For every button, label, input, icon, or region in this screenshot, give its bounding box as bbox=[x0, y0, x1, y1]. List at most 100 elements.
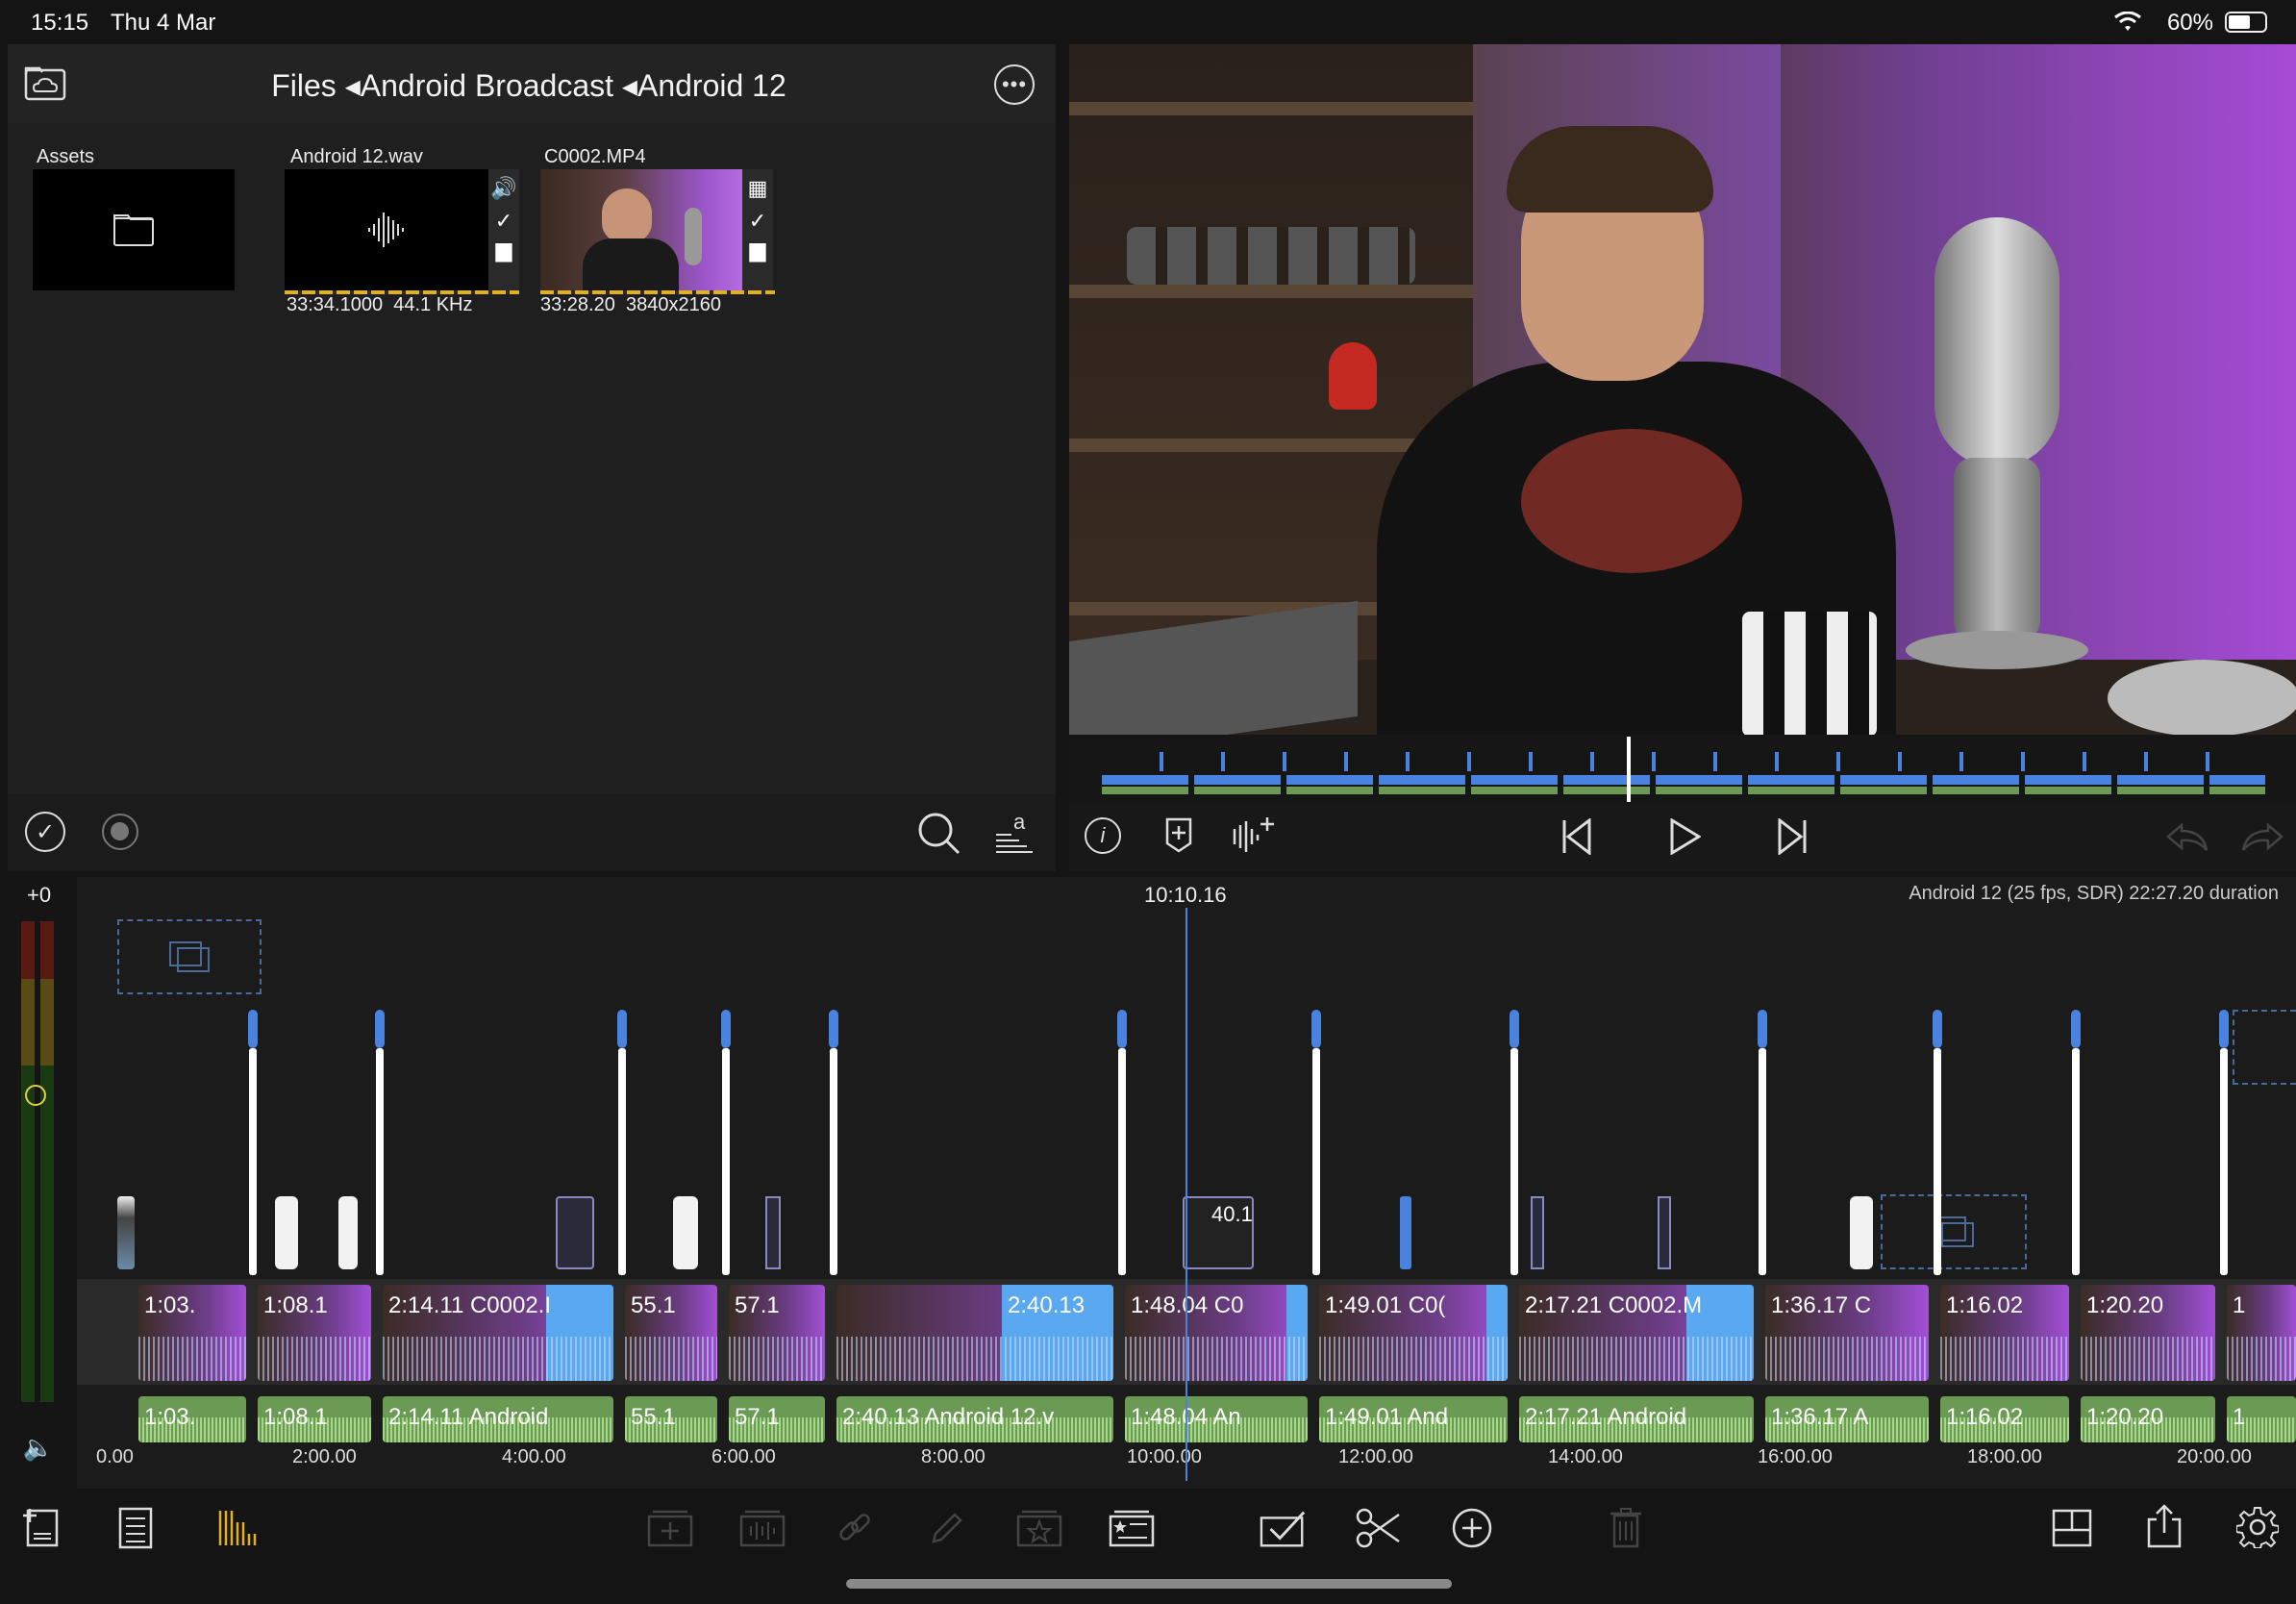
clip-marker-head[interactable] bbox=[375, 1010, 385, 1048]
redo-button[interactable] bbox=[2238, 815, 2286, 858]
confirm-button[interactable] bbox=[1260, 1506, 1308, 1550]
audio-clip[interactable]: 2:14.11 Android bbox=[383, 1396, 613, 1442]
video-viewer[interactable] bbox=[1069, 44, 2296, 735]
audio-clip[interactable]: 1:20.20 bbox=[2081, 1396, 2215, 1442]
audio-clip[interactable]: 1:03. bbox=[138, 1396, 246, 1442]
video-clip[interactable]: 1:36.17 C bbox=[1765, 1285, 1929, 1381]
breadcrumb[interactable]: Files ◂Android Broadcast ◂Android 12 bbox=[0, 67, 1058, 104]
clip-list-button[interactable] bbox=[1108, 1506, 1156, 1550]
connected-clip[interactable] bbox=[673, 1196, 698, 1269]
video-clip[interactable]: 2:40.13 bbox=[836, 1285, 1113, 1381]
clip-marker-head[interactable] bbox=[2219, 1010, 2229, 1048]
insert-clip-button[interactable] bbox=[646, 1506, 694, 1550]
empty-slot-placeholder[interactable] bbox=[2233, 1010, 2296, 1085]
play-button[interactable] bbox=[1665, 815, 1704, 858]
project-list-button[interactable] bbox=[113, 1506, 158, 1550]
gear-icon bbox=[2236, 1507, 2279, 1548]
clip-marker-head[interactable] bbox=[2071, 1010, 2081, 1048]
connected-clip[interactable] bbox=[556, 1196, 594, 1269]
undo-button[interactable] bbox=[2163, 815, 2211, 858]
video-asset-thumbnail[interactable] bbox=[540, 169, 742, 290]
star-list-icon bbox=[1109, 1510, 1155, 1547]
link-button[interactable] bbox=[833, 1506, 877, 1550]
audio-level-offset[interactable]: +0 bbox=[27, 883, 51, 908]
add-marker-button[interactable] bbox=[1160, 815, 1198, 854]
share-button[interactable] bbox=[2142, 1502, 2186, 1550]
clip-marker-head[interactable] bbox=[617, 1010, 627, 1048]
voiceover-button[interactable] bbox=[1229, 814, 1277, 856]
scrubber-audio-track bbox=[1102, 787, 2265, 794]
sort-button[interactable]: a bbox=[990, 808, 1038, 856]
connected-clip[interactable] bbox=[1400, 1196, 1411, 1269]
audio-clip[interactable]: 1:48.04 An bbox=[1125, 1396, 1308, 1442]
next-edit-button[interactable] bbox=[1773, 815, 1811, 858]
settings-button[interactable] bbox=[2234, 1504, 2281, 1550]
connected-clip[interactable] bbox=[1850, 1196, 1873, 1269]
more-options-button[interactable]: ••• bbox=[994, 64, 1035, 105]
audio-clip[interactable]: 2:17.21 Android bbox=[1519, 1396, 1754, 1442]
connected-clip[interactable] bbox=[1531, 1196, 1544, 1269]
scrubber-playhead[interactable] bbox=[1627, 737, 1631, 802]
clip-marker-head[interactable] bbox=[1933, 1010, 1942, 1048]
clip-marker-head[interactable] bbox=[1510, 1010, 1519, 1048]
info-button[interactable]: i bbox=[1085, 817, 1121, 854]
audio-clip[interactable]: 2:40.13 Android 12.v bbox=[836, 1396, 1113, 1442]
previous-edit-button[interactable] bbox=[1558, 815, 1596, 858]
title-clip[interactable]: 40.1 bbox=[1183, 1196, 1254, 1269]
clip-marker-head[interactable] bbox=[721, 1010, 731, 1048]
video-clip[interactable]: 1:03. bbox=[138, 1285, 246, 1381]
audio-clip[interactable]: 1 bbox=[2227, 1396, 2296, 1442]
clip-marker-head[interactable] bbox=[1758, 1010, 1767, 1048]
volume-knob[interactable] bbox=[25, 1085, 46, 1106]
timeline-playhead[interactable] bbox=[1185, 908, 1187, 1481]
select-tool-button[interactable] bbox=[215, 1506, 260, 1550]
connected-clip[interactable] bbox=[338, 1196, 358, 1269]
video-clip[interactable]: 1:20.20 bbox=[2081, 1285, 2215, 1381]
clip-marker-head[interactable] bbox=[1117, 1010, 1127, 1048]
connected-clip[interactable] bbox=[1658, 1196, 1671, 1269]
split-button[interactable] bbox=[1354, 1506, 1402, 1550]
clip-marker-head[interactable] bbox=[1311, 1010, 1321, 1048]
empty-slot-placeholder[interactable] bbox=[1881, 1194, 2027, 1269]
record-button[interactable] bbox=[102, 814, 138, 850]
audio-clip[interactable]: 1:36.17 A bbox=[1765, 1396, 1929, 1442]
connected-clip[interactable] bbox=[117, 1196, 135, 1269]
video-clip[interactable]: 2:14.11 C0002.I bbox=[383, 1285, 613, 1381]
connected-clip[interactable] bbox=[275, 1196, 298, 1269]
audio-asset-thumbnail[interactable] bbox=[285, 169, 488, 290]
video-clip[interactable]: 1:08.1 bbox=[258, 1285, 371, 1381]
favorite-clip-button[interactable] bbox=[1015, 1506, 1063, 1550]
audio-clip[interactable]: 57.1 bbox=[729, 1396, 825, 1442]
audio-clip[interactable]: 1:16.02 bbox=[1940, 1396, 2069, 1442]
title-clip-text: 40.1 bbox=[1211, 1202, 1253, 1226]
empty-slot-placeholder[interactable] bbox=[117, 919, 262, 994]
assets-folder[interactable] bbox=[33, 169, 235, 290]
connected-clip[interactable] bbox=[765, 1196, 781, 1269]
detach-audio-button[interactable] bbox=[738, 1506, 786, 1550]
delete-button[interactable] bbox=[1604, 1506, 1648, 1550]
audio-clip[interactable]: 1:08.1 bbox=[258, 1396, 371, 1442]
video-clip[interactable]: 1:48.04 C0 bbox=[1125, 1285, 1308, 1381]
undo-icon bbox=[2166, 822, 2209, 851]
select-checkmark-button[interactable]: ✓ bbox=[25, 812, 65, 852]
video-clip[interactable]: 2:17.21 C0002.M bbox=[1519, 1285, 1754, 1381]
scrubber-markers bbox=[1102, 752, 2265, 771]
layout-button[interactable] bbox=[2050, 1506, 2094, 1550]
speaker-icon[interactable]: 🔈 bbox=[19, 1431, 58, 1464]
new-project-button[interactable] bbox=[19, 1506, 63, 1550]
add-button[interactable] bbox=[1450, 1506, 1494, 1550]
video-clip[interactable]: 57.1 bbox=[729, 1285, 825, 1381]
clip-marker-head[interactable] bbox=[829, 1010, 838, 1048]
scrubber-bar[interactable] bbox=[1069, 735, 2296, 804]
clip-marker-head[interactable] bbox=[248, 1010, 258, 1048]
audio-clip[interactable]: 1:49.01 And bbox=[1319, 1396, 1508, 1442]
status-date: Thu 4 Mar bbox=[111, 10, 216, 36]
video-clip[interactable]: 1:16.02 bbox=[1940, 1285, 2069, 1381]
edit-button[interactable] bbox=[925, 1506, 969, 1550]
video-clip[interactable]: 1 bbox=[2227, 1285, 2296, 1381]
video-clip[interactable]: 1:49.01 C0( bbox=[1319, 1285, 1508, 1381]
home-indicator[interactable] bbox=[846, 1579, 1452, 1589]
search-button[interactable] bbox=[915, 810, 963, 858]
audio-clip[interactable]: 55.1 bbox=[625, 1396, 717, 1442]
video-clip[interactable]: 55.1 bbox=[625, 1285, 717, 1381]
